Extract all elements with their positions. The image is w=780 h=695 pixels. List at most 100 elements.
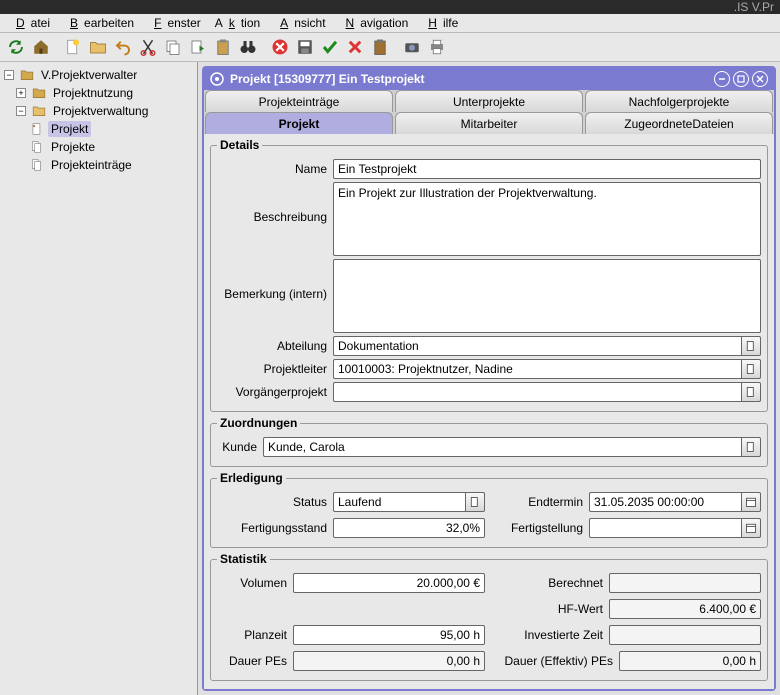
folder-icon [20,68,34,82]
collapse-icon[interactable]: − [16,106,26,116]
tab-projekt[interactable]: Projekt [205,112,393,134]
fertigstellung-label: Fertigstellung [493,521,583,535]
tree-projekte[interactable]: Projekte [2,138,195,156]
name-input[interactable]: Ein Testprojekt [333,159,761,179]
tree-label: Projektverwaltung [50,103,151,119]
beschreibung-input[interactable]: Ein Projekt zur Illustration der Projekt… [333,182,761,256]
volumen-label: Volumen [217,576,287,590]
kunde-picker-button[interactable] [741,437,761,457]
tab-mitarbeiter[interactable]: Mitarbeiter [395,112,583,134]
open-icon[interactable] [86,35,110,59]
document-icon [30,122,44,136]
folder-icon [32,86,46,100]
endtermin-label: Endtermin [493,495,583,509]
tab-zugeordnetedateien[interactable]: ZugeordneteDateien [585,112,773,134]
dauer-pes-value: 0,00 h [293,651,485,671]
titlebar-text: .IS V.Pr [734,0,774,14]
kunde-input[interactable]: Kunde, Carola [263,437,741,457]
inner-window: Projekt [15309777] Ein Testprojekt Proje… [202,66,776,691]
status-label: Status [217,495,327,509]
projektleiter-picker-button[interactable] [741,359,761,379]
tree-root[interactable]: − V.Projektverwalter [2,66,195,84]
tree-projekt[interactable]: Projekt [2,120,195,138]
vorgaenger-input[interactable] [333,382,741,402]
minimize-button[interactable] [714,71,730,87]
maximize-button[interactable] [733,71,749,87]
camera-icon[interactable] [400,35,424,59]
collapse-icon[interactable]: − [4,70,14,80]
details-fieldset: Details Name Ein Testprojekt Beschreibun… [210,138,768,412]
hfwert-value: 6.400,00 € [609,599,761,619]
tree-label: Projekte [48,139,98,155]
menu-navigation[interactable]: Navigation [334,14,415,32]
name-label: Name [217,162,327,176]
save-icon[interactable] [293,35,317,59]
close-button[interactable] [752,71,768,87]
binoculars-icon[interactable] [236,35,260,59]
tree-projektnutzung[interactable]: + Projektnutzung [2,84,195,102]
tab-nachfolgerprojekte[interactable]: Nachfolgerprojekte [585,90,773,112]
undo-icon[interactable] [111,35,135,59]
kunde-label: Kunde [217,440,257,454]
tree-projektverwaltung[interactable]: − Projektverwaltung [2,102,195,120]
dauer-pes-label: Dauer PEs [217,654,287,668]
documents-icon [30,140,44,154]
endtermin-input[interactable]: 31.05.2035 00:00:00 [589,492,741,512]
expand-icon[interactable]: + [16,88,26,98]
volumen-input[interactable]: 20.000,00 € [293,573,485,593]
tab-projekteintraege[interactable]: Projekteinträge [205,90,393,112]
status-picker-button[interactable] [465,492,485,512]
menu-hilfe[interactable]: Hilfe [416,14,464,32]
clipboard-icon[interactable] [368,35,392,59]
fertigstellung-picker-button[interactable] [741,518,761,538]
cancel-icon[interactable] [268,35,292,59]
print-icon[interactable] [425,35,449,59]
menu-fenster[interactable]: Fenster [142,14,207,32]
tab-unterprojekte[interactable]: Unterprojekte [395,90,583,112]
bemerkung-input[interactable] [333,259,761,333]
beschreibung-label: Beschreibung [217,182,327,224]
target-icon [210,72,224,86]
dauer-effektiv-value: 0,00 h [619,651,761,671]
tree-label: Projekteinträge [48,157,135,173]
folder-open-icon [32,104,46,118]
erledigung-fieldset: Erledigung Status Laufend Endtermin [210,471,768,548]
status-input[interactable]: Laufend [333,492,465,512]
menu-ansicht[interactable]: Ansicht [268,14,331,32]
menu-aktion[interactable]: Aktion [209,14,266,32]
berechnet-label: Berechnet [493,576,603,590]
abteilung-input[interactable]: Dokumentation [333,336,741,356]
statistik-legend: Statistik [217,552,270,566]
vorgaenger-picker-button[interactable] [741,382,761,402]
fertigungsstand-input[interactable]: 32,0% [333,518,485,538]
export-icon[interactable] [186,35,210,59]
abteilung-picker-button[interactable] [741,336,761,356]
paste-icon[interactable] [211,35,235,59]
documents-icon [30,158,44,172]
cut-icon[interactable] [136,35,160,59]
details-legend: Details [217,138,262,152]
dauer-effektiv-label: Dauer (Effektiv) PEs [493,654,613,668]
vorgaenger-label: Vorgängerprojekt [217,385,327,399]
new-icon[interactable] [61,35,85,59]
menu-bearbeiten[interactable]: Bearbeiten [58,14,140,32]
projektleiter-input[interactable]: 10010003: Projektnutzer, Nadine [333,359,741,379]
tree-label: Projektnutzung [50,85,136,101]
statistik-fieldset: Statistik Volumen 20.000,00 € Berechnet [210,552,768,681]
home-icon[interactable] [29,35,53,59]
refresh-icon[interactable] [4,35,28,59]
copy-icon[interactable] [161,35,185,59]
planzeit-input[interactable]: 95,00 h [293,625,485,645]
endtermin-picker-button[interactable] [741,492,761,512]
ok-icon[interactable] [318,35,342,59]
delete-icon[interactable] [343,35,367,59]
bemerkung-label: Bemerkung (intern) [217,259,327,301]
inner-title: Projekt [15309777] Ein Testprojekt [230,72,425,86]
menu-datei[interactable]: Datei [4,14,56,32]
inner-titlebar: Projekt [15309777] Ein Testprojekt [204,68,774,90]
fertigstellung-input[interactable] [589,518,741,538]
erledigung-legend: Erledigung [217,471,286,485]
fertigungsstand-label: Fertigungsstand [217,521,327,535]
planzeit-label: Planzeit [217,628,287,642]
tree-projekteintraege[interactable]: Projekteinträge [2,156,195,174]
